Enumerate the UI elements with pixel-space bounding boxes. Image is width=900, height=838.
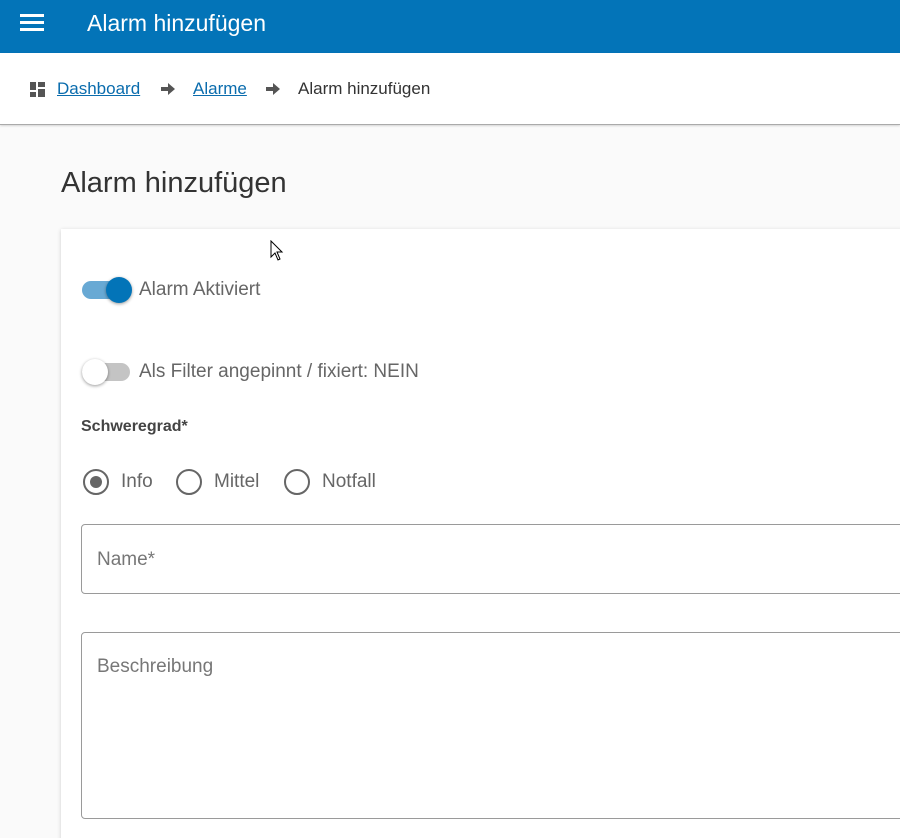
breadcrumb: Dashboard Alarme Alarm hinzufügen [0,53,900,125]
severity-radio-mittel[interactable] [176,469,202,495]
toggle-thumb [106,277,132,303]
severity-option-info-label[interactable]: Info [121,471,153,493]
app-bar-title: Alarm hinzufügen [87,10,266,36]
radio-selected-dot [90,476,102,488]
severity-label: Schweregrad* [81,418,188,435]
breadcrumb-dashboard-link[interactable]: Dashboard [57,79,140,99]
severity-option-notfall-label[interactable]: Notfall [322,471,376,493]
description-field-placeholder: Beschreibung [97,656,214,677]
alarm-active-toggle[interactable] [82,277,132,303]
dashboard-icon [30,82,45,97]
mouse-pointer-icon [270,240,284,261]
filter-pinned-label: Als Filter angepinnt / fixiert: NEIN [139,361,419,382]
breadcrumb-alarme-link[interactable]: Alarme [193,79,247,99]
name-field-placeholder: Name* [97,549,156,570]
hamburger-menu-icon[interactable] [14,9,50,37]
severity-radio-info[interactable] [83,469,109,495]
page-title: Alarm hinzufügen [61,167,287,199]
filter-pinned-toggle[interactable] [82,359,130,385]
alarm-active-label: Alarm Aktiviert [139,279,261,300]
severity-radio-notfall[interactable] [284,469,310,495]
description-field[interactable]: Beschreibung [81,632,900,819]
breadcrumb-current: Alarm hinzufügen [298,79,431,98]
severity-option-mittel-label[interactable]: Mittel [214,471,259,493]
arrow-right-icon [161,83,175,95]
toggle-thumb [82,359,108,385]
arrow-right-icon [266,83,280,95]
name-field[interactable]: Name* [81,524,900,594]
app-bar: Alarm hinzufügen [0,0,900,53]
